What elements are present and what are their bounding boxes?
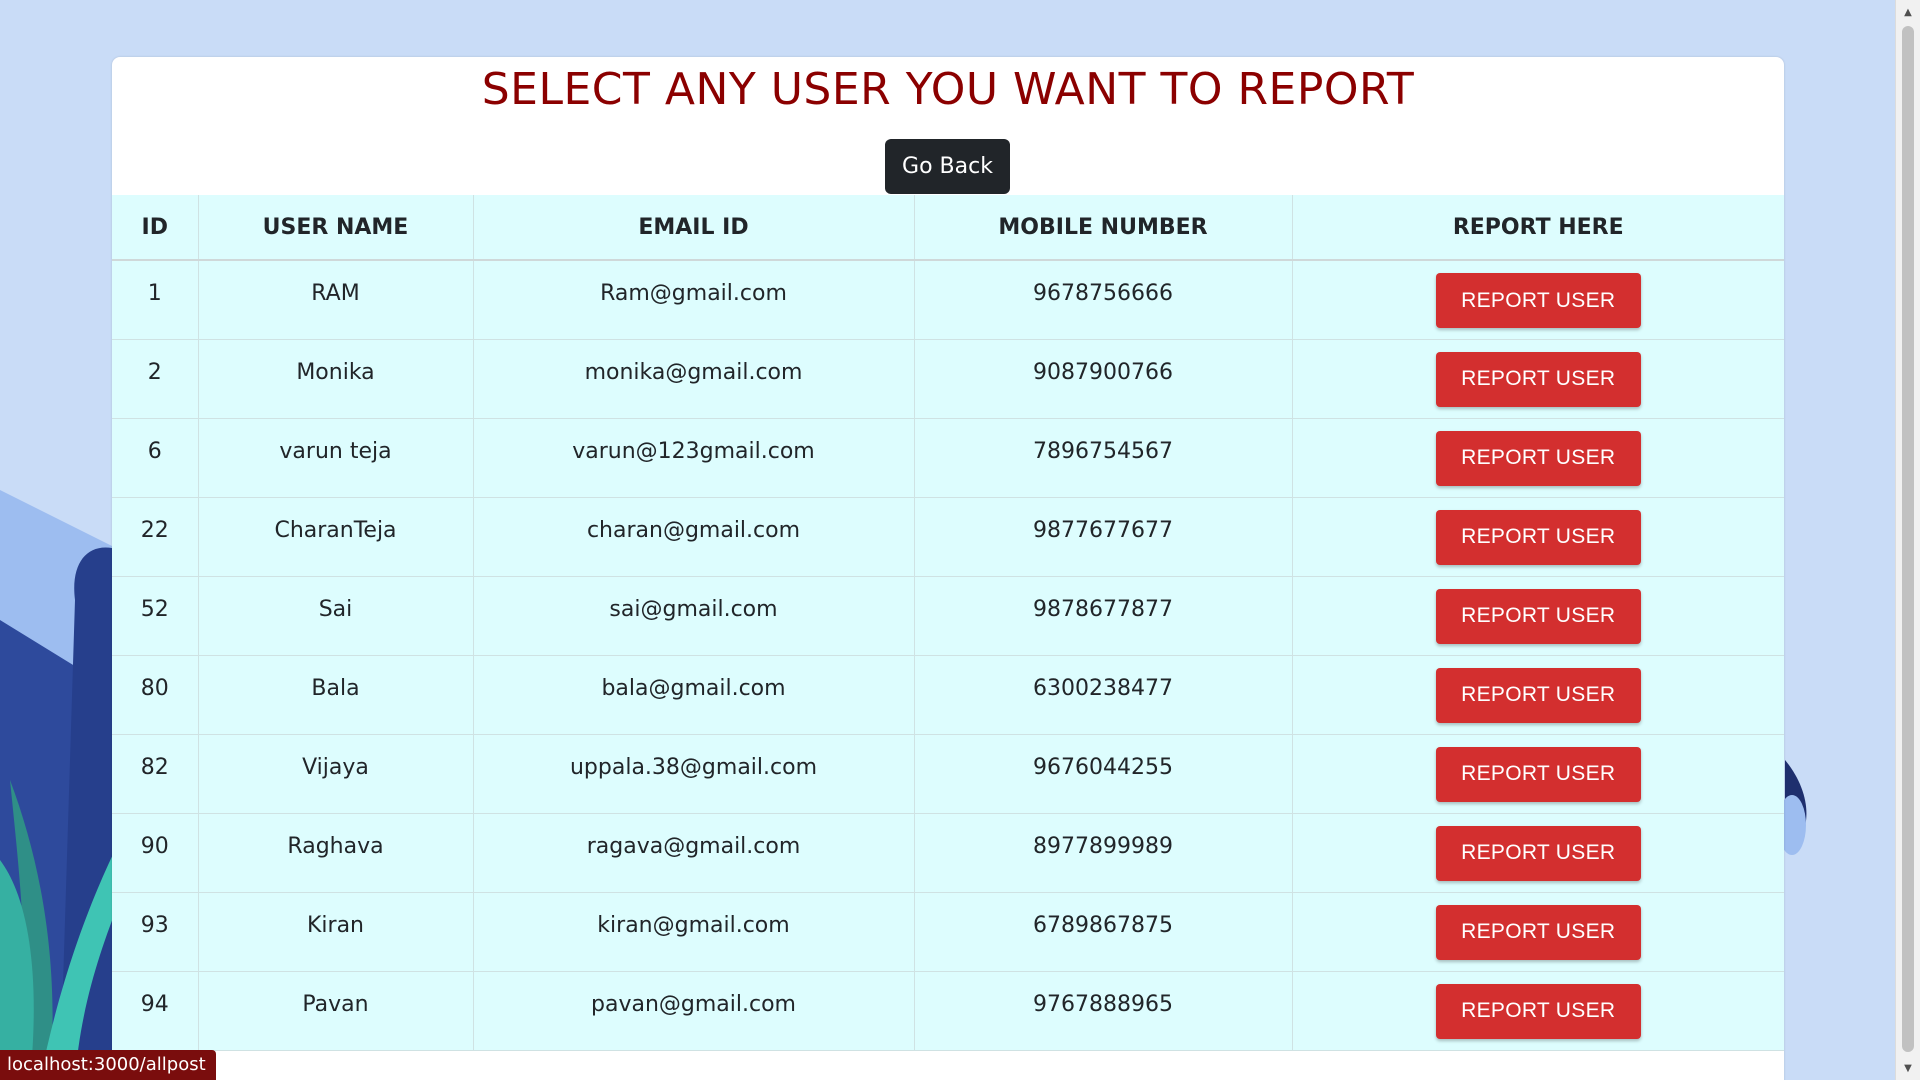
cell-id: 1 xyxy=(112,260,199,340)
cell-user-name: Kiran xyxy=(198,892,474,972)
cell-id: 2 xyxy=(112,339,199,419)
page-title: SELECT ANY USER YOU WANT TO REPORT xyxy=(481,64,1415,115)
cell-user-name: Sai xyxy=(198,576,474,656)
cell-email: sai@gmail.com xyxy=(473,576,915,656)
cell-id: 22 xyxy=(112,497,199,577)
column-header-mobile: MOBILE NUMBER xyxy=(914,195,1293,261)
cell-mobile: 6300238477 xyxy=(914,655,1293,735)
cell-email: uppala.38@gmail.com xyxy=(473,734,915,814)
cell-report: REPORT USER xyxy=(1292,971,1784,1051)
table-row: 6 varun teja varun@123gmail.com 78967545… xyxy=(112,418,1784,498)
cell-email: Ram@gmail.com xyxy=(473,260,915,340)
cell-mobile: 9767888965 xyxy=(914,971,1293,1051)
cell-email: monika@gmail.com xyxy=(473,339,915,419)
cell-report: REPORT USER xyxy=(1292,813,1784,893)
cell-mobile: 7896754567 xyxy=(914,418,1293,498)
cell-id: 52 xyxy=(112,576,199,656)
cell-email: ragava@gmail.com xyxy=(473,813,915,893)
column-header-user-name: USER NAME xyxy=(198,195,474,261)
report-user-button[interactable]: REPORT USER xyxy=(1435,904,1641,960)
column-header-report: REPORT HERE xyxy=(1292,195,1784,261)
cell-mobile: 9087900766 xyxy=(914,339,1293,419)
report-user-button[interactable]: REPORT USER xyxy=(1435,746,1641,802)
cell-email: charan@gmail.com xyxy=(473,497,915,577)
cell-mobile: 8977899989 xyxy=(914,813,1293,893)
cell-user-name: Pavan xyxy=(198,971,474,1051)
table-row: 2 Monika monika@gmail.com 9087900766 REP… xyxy=(112,339,1784,419)
cell-mobile: 9877677677 xyxy=(914,497,1293,577)
column-header-email: EMAIL ID xyxy=(473,195,915,261)
table-header-row: ID USER NAME EMAIL ID MOBILE NUMBER REPO… xyxy=(112,195,1784,261)
cell-id: 80 xyxy=(112,655,199,735)
table-row: 22 CharanTeja charan@gmail.com 987767767… xyxy=(112,497,1784,577)
table-row: 90 Raghava ragava@gmail.com 8977899989 R… xyxy=(112,813,1784,893)
cell-id: 6 xyxy=(112,418,199,498)
cell-mobile: 9678756666 xyxy=(914,260,1293,340)
cell-report: REPORT USER xyxy=(1292,892,1784,972)
cell-id: 90 xyxy=(112,813,199,893)
report-user-panel: SELECT ANY USER YOU WANT TO REPORT Go Ba… xyxy=(112,57,1784,1080)
report-user-button[interactable]: REPORT USER xyxy=(1435,983,1641,1039)
cell-report: REPORT USER xyxy=(1292,734,1784,814)
report-user-button[interactable]: REPORT USER xyxy=(1435,430,1641,486)
cell-report: REPORT USER xyxy=(1292,418,1784,498)
cell-email: pavan@gmail.com xyxy=(473,971,915,1051)
go-back-button[interactable]: Go Back xyxy=(885,139,1010,194)
cell-report: REPORT USER xyxy=(1292,576,1784,656)
cell-mobile: 6789867875 xyxy=(914,892,1293,972)
cell-id: 93 xyxy=(112,892,199,972)
table-row: 1 RAM Ram@gmail.com 9678756666 REPORT US… xyxy=(112,260,1784,340)
users-table-container: ID USER NAME EMAIL ID MOBILE NUMBER REPO… xyxy=(112,195,1784,1051)
table-row: 82 Vijaya uppala.38@gmail.com 9676044255… xyxy=(112,734,1784,814)
cell-report: REPORT USER xyxy=(1292,260,1784,340)
cell-email: kiran@gmail.com xyxy=(473,892,915,972)
scroll-up-arrow-icon[interactable]: ▲ xyxy=(1896,2,1920,22)
cell-user-name: varun teja xyxy=(198,418,474,498)
cell-report: REPORT USER xyxy=(1292,339,1784,419)
cell-report: REPORT USER xyxy=(1292,655,1784,735)
cell-user-name: Bala xyxy=(198,655,474,735)
cell-user-name: Vijaya xyxy=(198,734,474,814)
report-user-button[interactable]: REPORT USER xyxy=(1435,509,1641,565)
table-row: 93 Kiran kiran@gmail.com 6789867875 REPO… xyxy=(112,892,1784,972)
scroll-down-arrow-icon[interactable]: ▼ xyxy=(1896,1058,1920,1078)
cell-id: 94 xyxy=(112,971,199,1051)
cell-id: 82 xyxy=(112,734,199,814)
cell-user-name: Monika xyxy=(198,339,474,419)
users-table: ID USER NAME EMAIL ID MOBILE NUMBER REPO… xyxy=(112,195,1784,1051)
vertical-scrollbar[interactable]: ▲ ▼ xyxy=(1895,0,1920,1080)
cell-mobile: 9676044255 xyxy=(914,734,1293,814)
cell-user-name: RAM xyxy=(198,260,474,340)
report-user-button[interactable]: REPORT USER xyxy=(1435,825,1641,881)
cell-email: bala@gmail.com xyxy=(473,655,915,735)
cell-user-name: CharanTeja xyxy=(198,497,474,577)
cell-user-name: Raghava xyxy=(198,813,474,893)
report-user-button[interactable]: REPORT USER xyxy=(1435,351,1641,407)
link-status-bar: localhost:3000/allpost xyxy=(0,1050,216,1080)
table-row: 94 Pavan pavan@gmail.com 9767888965 REPO… xyxy=(112,971,1784,1051)
table-row: 80 Bala bala@gmail.com 6300238477 REPORT… xyxy=(112,655,1784,735)
report-user-button[interactable]: REPORT USER xyxy=(1435,588,1641,644)
table-row: 52 Sai sai@gmail.com 9878677877 REPORT U… xyxy=(112,576,1784,656)
cell-email: varun@123gmail.com xyxy=(473,418,915,498)
scrollbar-thumb[interactable] xyxy=(1902,26,1914,1052)
cell-report: REPORT USER xyxy=(1292,497,1784,577)
report-user-button[interactable]: REPORT USER xyxy=(1435,273,1641,328)
report-user-button[interactable]: REPORT USER xyxy=(1435,667,1641,723)
cell-mobile: 9878677877 xyxy=(914,576,1293,656)
column-header-id: ID xyxy=(112,195,199,261)
